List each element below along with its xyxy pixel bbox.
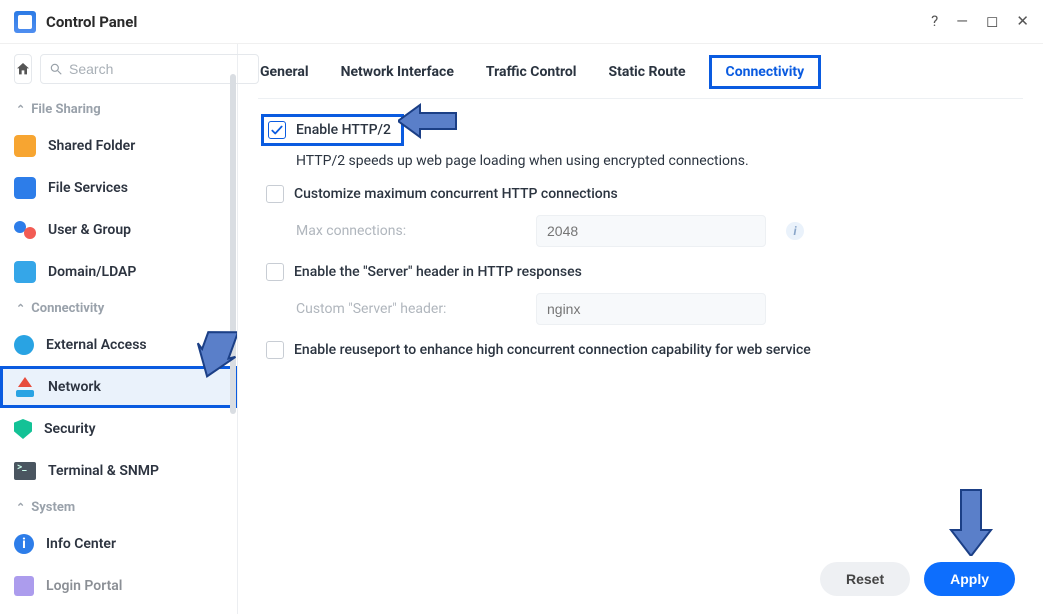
sidebar-item-label: Network bbox=[48, 379, 101, 395]
label-custom-server-header: Custom "Server" header: bbox=[296, 301, 516, 317]
sidebar-item-shared-folder[interactable]: Shared Folder bbox=[0, 125, 237, 167]
chevron-up-icon: ⌃ bbox=[16, 302, 25, 315]
input-custom-server-header bbox=[536, 293, 766, 325]
http2-description: HTTP/2 speeds up web page loading when u… bbox=[266, 147, 1015, 179]
sidebar-item-label: External Access bbox=[46, 337, 147, 353]
sidebar-item-external-access[interactable]: External Access bbox=[0, 324, 237, 366]
maximize-icon[interactable]: ◻ bbox=[986, 14, 998, 29]
sidebar-item-label: Info Center bbox=[46, 536, 116, 552]
external-access-icon bbox=[14, 335, 34, 355]
sidebar-item-network[interactable]: Network bbox=[0, 366, 237, 408]
user-group-icon bbox=[14, 221, 36, 239]
section-system[interactable]: ⌃ System bbox=[0, 492, 237, 523]
main-panel: General Network Interface Traffic Contro… bbox=[238, 44, 1043, 614]
close-icon[interactable]: ✕ bbox=[1016, 14, 1029, 29]
sidebar-scrollbar[interactable] bbox=[230, 74, 236, 414]
label-enable-http2: Enable HTTP/2 bbox=[296, 122, 391, 138]
search-box[interactable] bbox=[40, 54, 259, 84]
checkbox-customize-max-conn[interactable] bbox=[266, 185, 284, 203]
section-label: Connectivity bbox=[31, 301, 104, 316]
sidebar-item-label: Login Portal bbox=[46, 578, 122, 594]
sidebar-item-user-group[interactable]: User & Group bbox=[0, 209, 237, 251]
minimize-icon[interactable]: — bbox=[956, 14, 968, 29]
label-max-connections: Max connections: bbox=[296, 223, 516, 239]
apply-button[interactable]: Apply bbox=[924, 562, 1015, 596]
tab-traffic-control[interactable]: Traffic Control bbox=[484, 62, 579, 82]
sidebar-item-label: User & Group bbox=[48, 222, 131, 238]
titlebar: Control Panel ? — ◻ ✕ bbox=[0, 0, 1043, 44]
file-services-icon bbox=[14, 177, 36, 199]
search-icon bbox=[49, 62, 63, 76]
search-input[interactable] bbox=[69, 61, 250, 77]
section-connectivity[interactable]: ⌃ Connectivity bbox=[0, 293, 237, 324]
label-enable-server-header: Enable the "Server" header in HTTP respo… bbox=[294, 264, 582, 280]
label-enable-reuseport: Enable reuseport to enhance high concurr… bbox=[294, 342, 811, 358]
terminal-icon bbox=[14, 462, 36, 480]
home-icon bbox=[15, 61, 31, 77]
sidebar-item-domain-ldap[interactable]: Domain/LDAP bbox=[0, 251, 237, 293]
section-label: File Sharing bbox=[31, 102, 100, 117]
sidebar-item-label: Security bbox=[44, 421, 96, 437]
check-icon bbox=[270, 123, 284, 137]
app-icon bbox=[14, 11, 36, 33]
domain-ldap-icon bbox=[14, 261, 36, 283]
tab-bar: General Network Interface Traffic Contro… bbox=[258, 44, 1023, 99]
sidebar-item-login-portal[interactable]: Login Portal bbox=[0, 565, 237, 607]
home-button[interactable] bbox=[14, 54, 32, 84]
chevron-up-icon: ⌃ bbox=[16, 103, 25, 116]
login-portal-icon bbox=[14, 576, 34, 596]
tab-network-interface[interactable]: Network Interface bbox=[339, 62, 456, 82]
sidebar-item-label: Domain/LDAP bbox=[48, 264, 136, 280]
label-customize-max-conn: Customize maximum concurrent HTTP connec… bbox=[294, 186, 618, 202]
chevron-up-icon: ⌃ bbox=[16, 501, 25, 514]
sidebar-item-label: Terminal & SNMP bbox=[48, 463, 159, 479]
section-file-sharing[interactable]: ⌃ File Sharing bbox=[0, 94, 237, 125]
info-tooltip-icon[interactable]: i bbox=[786, 222, 804, 240]
checkbox-enable-reuseport[interactable] bbox=[266, 341, 284, 359]
sidebar-item-security[interactable]: Security bbox=[0, 408, 237, 450]
sidebar-item-file-services[interactable]: File Services bbox=[0, 167, 237, 209]
network-icon bbox=[14, 377, 36, 397]
window-title: Control Panel bbox=[46, 13, 137, 31]
checkbox-enable-http2[interactable] bbox=[268, 121, 286, 139]
tab-connectivity[interactable]: Connectivity bbox=[716, 62, 815, 82]
sidebar-item-terminal-snmp[interactable]: Terminal & SNMP bbox=[0, 450, 237, 492]
checkbox-enable-server-header[interactable] bbox=[266, 263, 284, 281]
footer: Reset Apply bbox=[258, 548, 1023, 614]
help-icon[interactable]: ? bbox=[931, 14, 938, 29]
sidebar-item-label: File Services bbox=[48, 180, 128, 196]
tab-general[interactable]: General bbox=[258, 62, 311, 82]
security-shield-icon bbox=[14, 419, 32, 439]
folder-icon bbox=[14, 135, 36, 157]
sidebar: ⌃ File Sharing Shared Folder File Servic… bbox=[0, 44, 238, 614]
section-label: System bbox=[31, 500, 75, 515]
info-icon: i bbox=[14, 534, 34, 554]
reset-button[interactable]: Reset bbox=[820, 562, 910, 596]
input-max-connections bbox=[536, 215, 766, 247]
sidebar-item-label: Shared Folder bbox=[48, 138, 135, 154]
sidebar-item-info-center[interactable]: i Info Center bbox=[0, 523, 237, 565]
tab-static-route[interactable]: Static Route bbox=[606, 62, 687, 82]
